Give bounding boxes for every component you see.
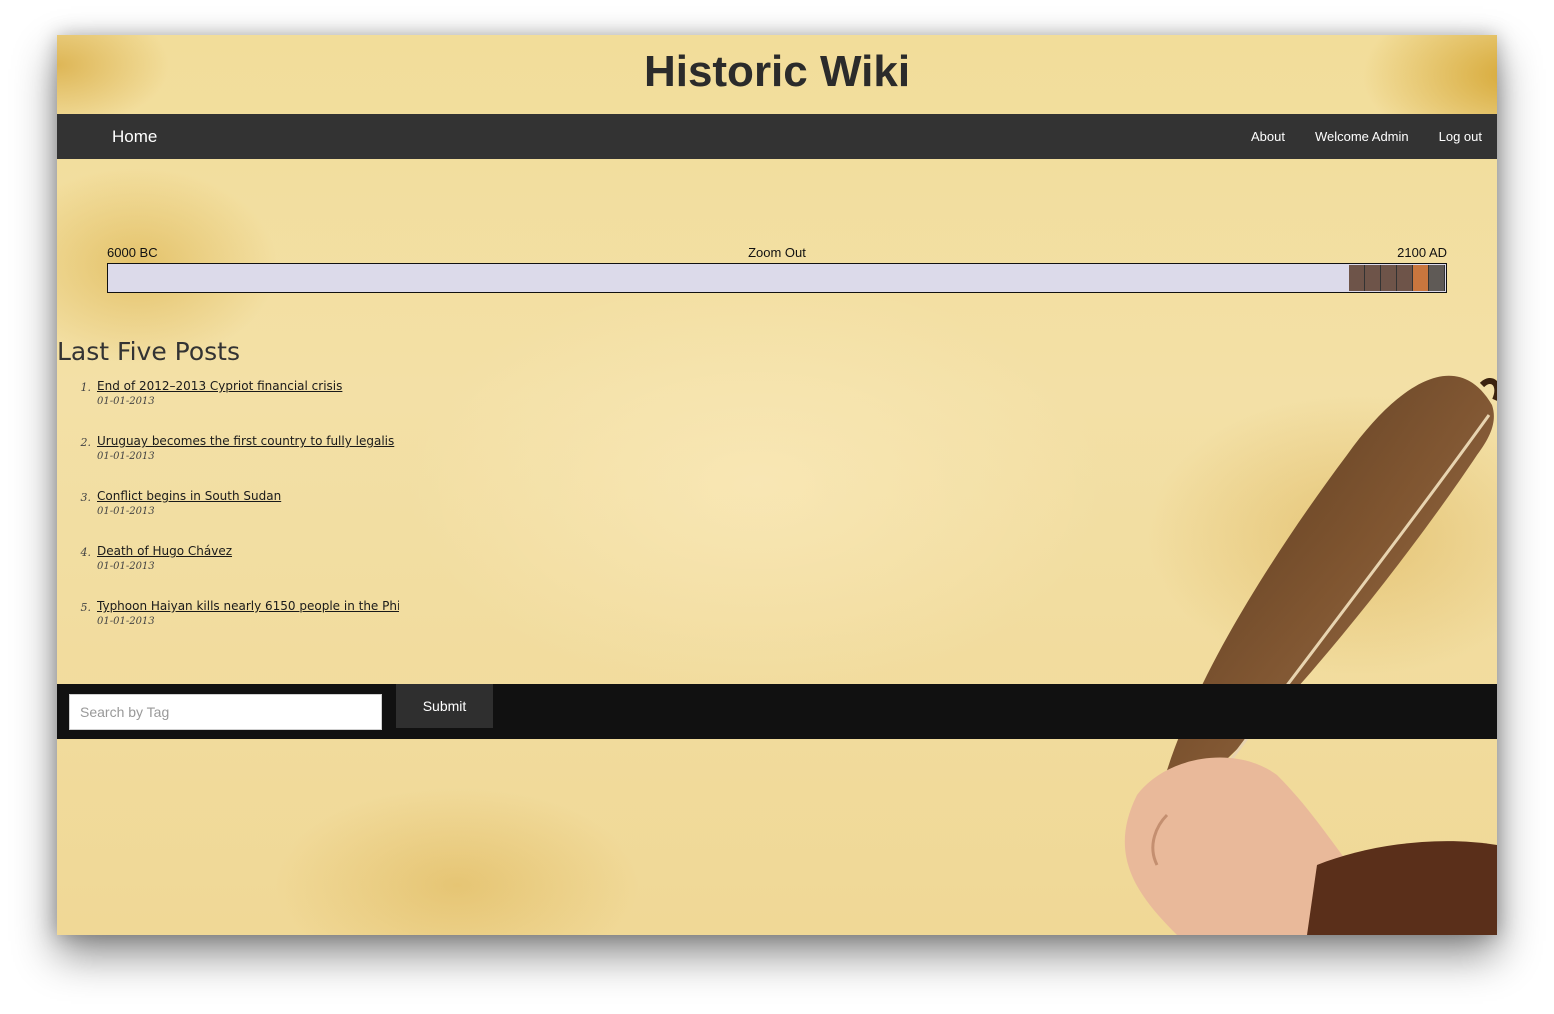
nav-logout-link[interactable]: Log out [1439, 129, 1482, 144]
post-number: 4. [80, 546, 92, 559]
timeline-labels: 6000 BC Zoom Out 2100 AD [107, 245, 1447, 261]
timeline-era-block[interactable] [1397, 265, 1413, 291]
nav-right-links: About Welcome Admin Log out [1251, 129, 1482, 144]
post-title-link[interactable]: End of 2012–2013 Cypriot financial crisi… [97, 377, 399, 395]
site-title: Historic Wiki [643, 47, 911, 96]
timeline-zoom-out-button[interactable]: Zoom Out [107, 245, 1447, 260]
browser-window: Historic Wiki Home About Welcome Admin L… [57, 35, 1497, 935]
hand-illustration [1124, 757, 1497, 935]
nav-about-link[interactable]: About [1251, 129, 1285, 144]
timeline-end-label: 2100 AD [1397, 245, 1447, 260]
post-date: 01-01-2013 [97, 396, 155, 407]
post-title-link[interactable]: Uruguay becomes the first country to ful… [97, 432, 399, 450]
timeline-era-block[interactable] [1365, 265, 1381, 291]
post-date: 01-01-2013 [97, 561, 155, 572]
search-bar: Submit [57, 684, 1497, 739]
post-number: 3. [80, 491, 92, 504]
posts-list: 1. End of 2012–2013 Cypriot financial cr… [77, 377, 400, 652]
list-item: 2. Uruguay becomes the first country to … [77, 432, 399, 487]
timeline-era-block[interactable] [1413, 265, 1429, 291]
timeline-era-block[interactable] [1349, 265, 1365, 291]
post-date: 01-01-2013 [97, 451, 155, 462]
timeline-era-block[interactable] [1381, 265, 1397, 291]
timeline-bar[interactable] [107, 263, 1447, 293]
list-item: 3. Conflict begins in South Sudan 01-01-… [77, 487, 399, 542]
list-item: 4. Death of Hugo Chávez 01-01-2013 [77, 542, 399, 597]
top-navbar: Home About Welcome Admin Log out [57, 114, 1497, 159]
post-date: 01-01-2013 [97, 506, 155, 517]
post-number: 1. [80, 381, 92, 394]
search-by-tag-input[interactable] [69, 694, 382, 730]
post-title-link[interactable]: Death of Hugo Chávez [97, 542, 399, 560]
nav-welcome-admin-link[interactable]: Welcome Admin [1315, 129, 1409, 144]
post-date: 01-01-2013 [97, 616, 155, 627]
post-number: 2. [80, 436, 92, 449]
last-five-posts-heading: Last Five Posts [57, 337, 240, 366]
post-title-link[interactable]: Conflict begins in South Sudan [97, 487, 399, 505]
submit-button[interactable]: Submit [396, 684, 493, 728]
nav-home-link[interactable]: Home [112, 127, 157, 147]
list-item: 5. Typhoon Haiyan kills nearly 6150 peop… [77, 597, 400, 652]
timeline-era-block[interactable] [1429, 265, 1445, 291]
post-title-link[interactable]: Typhoon Haiyan kills nearly 6150 people … [97, 597, 399, 615]
list-item: 1. End of 2012–2013 Cypriot financial cr… [77, 377, 399, 432]
post-number: 5. [80, 601, 92, 614]
